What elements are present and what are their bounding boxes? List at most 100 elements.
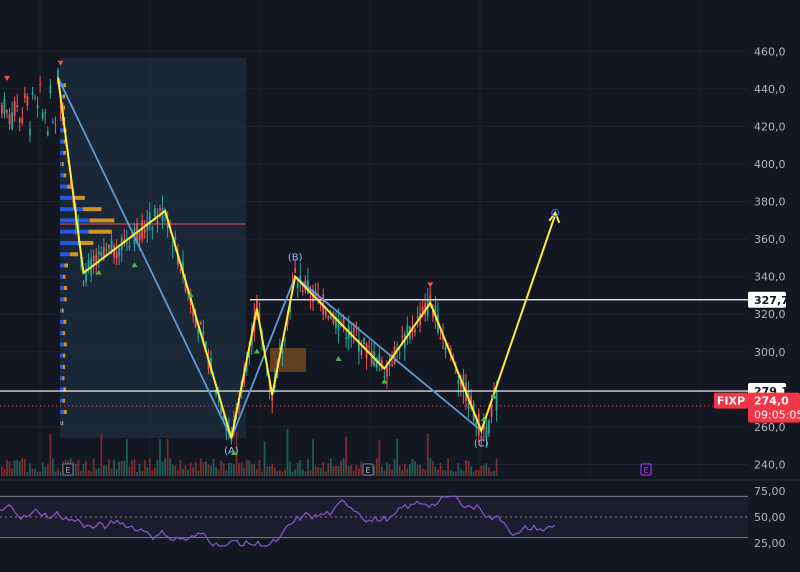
volume-bar [411,458,414,476]
candle [36,105,39,108]
volume-bar [123,460,126,476]
volume-bar [194,462,197,476]
event-marker-label: E [365,466,370,475]
profile-bar-up [60,410,64,415]
profile-bar-up [60,173,64,178]
volume-bar [240,462,243,476]
profile-bar-up [60,331,63,336]
volume-bar [41,462,44,476]
volume-bar [220,460,223,476]
volume-bar [457,463,460,476]
candle [294,268,297,273]
volume-bar [284,469,286,476]
candle [414,329,416,333]
volume-bar [156,460,159,476]
volume-bar [452,471,455,476]
candle [284,339,286,341]
profile-bar-down [88,229,112,234]
candle [143,229,146,233]
volume-bar [276,471,279,476]
volume-bar [337,465,340,476]
volume-bar [373,465,376,476]
volume-bar [197,470,200,476]
candle [174,236,177,241]
volume-bar [317,467,319,476]
volume-bar [340,460,342,476]
volume-bar [304,471,307,476]
volume-bar [217,469,220,476]
candle [46,131,49,136]
price-chart[interactable]: (A) (B) (C) E E E 460,0 440,0 420,0 400,0 380,0 3… [0,0,800,572]
volume-bar [409,464,411,476]
volume-bar [329,458,332,476]
volume-bar [301,469,304,476]
candle [113,245,115,258]
profile-bar-down [63,297,67,302]
volume-bar [350,464,353,476]
current-price-label: 274,0 [754,395,789,408]
candle [360,350,363,355]
volume-bar [154,467,156,476]
profile-bar-down [61,421,64,426]
volume-bar [39,471,42,476]
price-tick-label: 400,0 [754,158,786,171]
profile-bar-down [63,410,67,415]
candle [1,104,3,114]
profile-bar-up [60,162,63,167]
volume-bar [215,467,217,476]
volume-bar [174,465,177,476]
volume-bar [263,441,266,476]
profile-bar-down [63,286,68,291]
candle [439,336,442,340]
profile-bar-up [60,319,64,324]
candle [39,84,42,86]
wave-label: (B) [288,253,303,264]
level-badge-label: 327,7 [754,294,789,307]
volume-bar [472,471,475,476]
volume-bar [202,461,205,476]
candle [301,290,304,292]
volume-bar [268,466,271,476]
volume-bar [482,465,485,476]
volume-bar [100,434,103,476]
volume-bar [322,462,325,476]
profile-bar-up [60,297,64,302]
candle [495,392,498,411]
volume-bar [113,459,115,476]
volume-bar [403,463,406,476]
profile-bar-up [60,364,63,369]
volume-bar [454,471,457,476]
profile-bar-down [73,195,85,200]
volume-bar [380,466,383,476]
volume-bar [90,471,93,476]
volume-bar [210,465,212,476]
price-tick-label: 260,0 [754,421,786,434]
volume-bar [110,468,113,476]
rsi-tick-label: 50,00 [754,511,786,524]
volume-bar [429,458,432,476]
volume-bar [294,469,297,476]
volume-bar [225,470,228,476]
price-tick-label: 240,0 [754,458,786,471]
volume-bar [477,469,480,476]
candle [115,251,118,259]
volume-bar [253,463,256,476]
volume-bar [248,460,251,476]
volume-bar [57,468,59,476]
profile-bar-down [62,376,65,381]
demand-zone [270,348,306,372]
candle [416,316,419,319]
volume-bar [238,462,240,476]
candle [345,337,348,340]
candle [485,426,488,439]
volume-bar [182,469,184,476]
candle [118,248,121,257]
candle [31,92,34,95]
candle [21,117,24,123]
candle [44,112,47,114]
volume-bar [179,459,182,476]
volume-bar [388,464,391,476]
volume-bar [465,460,467,476]
profile-bar-up [60,207,83,212]
volume-bar [375,458,378,476]
